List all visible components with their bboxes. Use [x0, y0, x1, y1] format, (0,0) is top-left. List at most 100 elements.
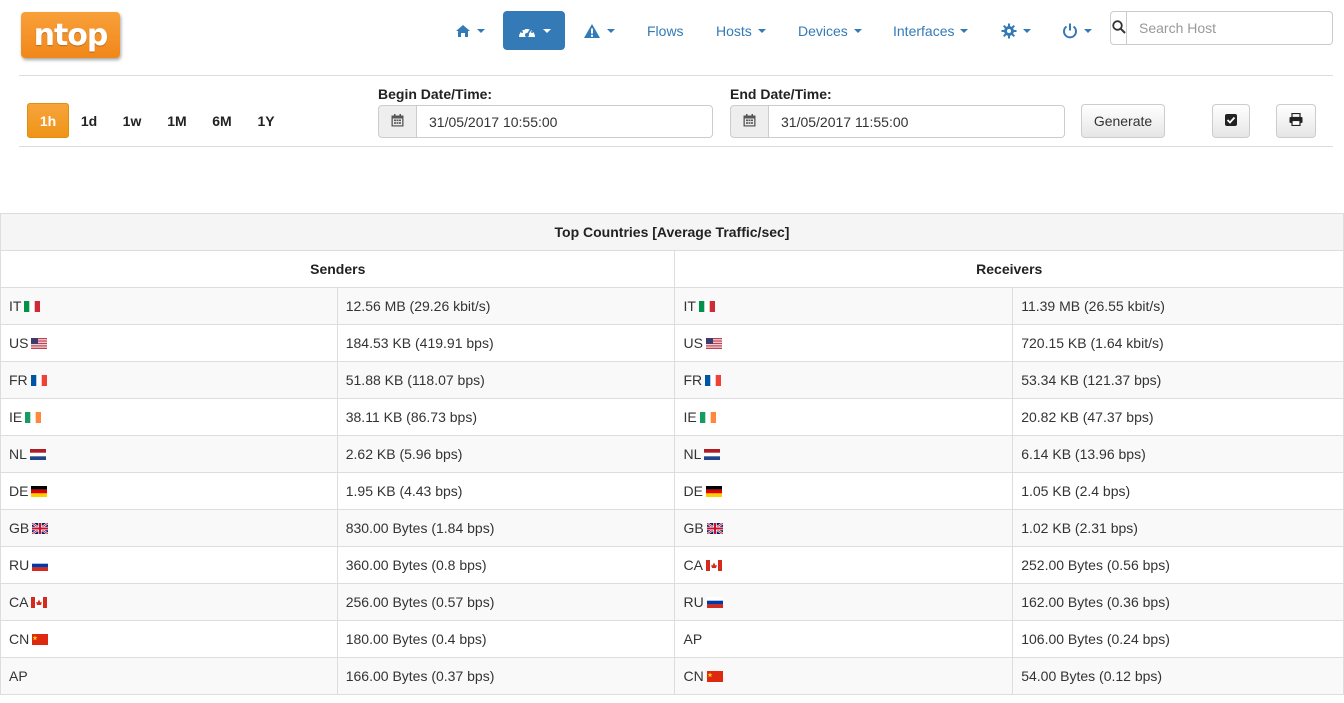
receiver-country-code: NL [683, 446, 702, 462]
flag-us-icon [705, 338, 722, 349]
range-button-1w[interactable]: 1w [114, 103, 150, 138]
chevron-down-icon [757, 28, 766, 33]
sender-traffic-cell: 12.56 MB (29.26 kbit/s) [336, 287, 676, 325]
range-button-1y[interactable]: 1Y [248, 103, 284, 138]
range-button-1m[interactable]: 1M [158, 103, 196, 138]
nav-devices-dropdown[interactable]: Devices [798, 11, 862, 50]
sender-country-cell[interactable]: NL [0, 435, 338, 473]
sender-country-cell[interactable]: DE [0, 472, 338, 510]
gear-icon [1001, 23, 1017, 39]
nav-alerts-dropdown[interactable] [583, 11, 615, 50]
begin-datetime-input[interactable]: 31/05/2017 10:55:00 [417, 105, 713, 138]
sender-country-code: NL [9, 446, 27, 462]
receiver-traffic-cell: 720.15 KB (1.64 kbit/s) [1012, 324, 1344, 362]
sender-traffic-cell: 184.53 KB (419.91 bps) [336, 324, 676, 362]
receiver-traffic-cell: 53.34 KB (121.37 bps) [1012, 361, 1344, 399]
sender-country-cell[interactable]: CN [0, 620, 338, 658]
sender-country-code: IT [9, 298, 22, 314]
receiver-country-cell[interactable]: FR [674, 361, 1014, 399]
sender-country-code: DE [9, 483, 29, 499]
ntop-logo[interactable]: ntop [21, 12, 120, 58]
receiver-country-code: FR [683, 372, 703, 388]
table-row: IT 12.56 MB (29.26 kbit/s) IT 11.39 MB (26.… [0, 287, 1344, 325]
end-datetime-input[interactable]: 31/05/2017 11:55:00 [769, 105, 1065, 138]
generate-button[interactable]: Generate [1081, 104, 1165, 138]
receiver-country-code: US [683, 335, 703, 351]
receiver-country-cell[interactable]: IT [674, 287, 1014, 325]
sender-country-cell[interactable]: IT [0, 287, 338, 325]
flag-cn-icon [32, 634, 49, 645]
sender-country-cell[interactable]: FR [0, 361, 338, 399]
chevron-down-icon [477, 28, 485, 33]
search-group [1110, 11, 1333, 45]
print-button[interactable] [1276, 104, 1316, 138]
receiver-country-cell[interactable]: CN [674, 657, 1014, 695]
sender-country-code: CN [9, 631, 30, 647]
begin-datetime-label: Begin Date/Time: [378, 86, 493, 102]
nav-hosts-dropdown[interactable]: Hosts [716, 11, 766, 50]
sender-country-cell[interactable]: US [0, 324, 338, 362]
nav-devices-label: Devices [798, 22, 848, 39]
table-row: AP 166.00 Bytes (0.37 bps) CN 54.00 Bytes (… [0, 657, 1344, 695]
table-row: RU 360.00 Bytes (0.8 bps) CA 252.00 Bytes (… [0, 546, 1344, 584]
sender-traffic-cell: 166.00 Bytes (0.37 bps) [336, 657, 676, 695]
receiver-traffic-cell: 54.00 Bytes (0.12 bps) [1012, 657, 1344, 695]
sender-country-code: CA [9, 594, 29, 610]
flag-ru-icon [706, 597, 723, 608]
checkbox-button[interactable] [1212, 104, 1250, 138]
chevron-down-icon [607, 28, 615, 33]
nav-interfaces-dropdown[interactable]: Interfaces [893, 11, 969, 50]
receiver-country-cell[interactable]: GB [674, 509, 1014, 547]
nav-settings-dropdown[interactable] [1001, 11, 1031, 50]
receiver-traffic-cell: 1.05 KB (2.4 bps) [1012, 472, 1344, 510]
sender-country-cell[interactable]: IE [0, 398, 338, 436]
search-icon [1111, 19, 1126, 37]
nav-interfaces-label: Interfaces [893, 22, 955, 39]
divider [19, 75, 1333, 76]
sender-country-code: FR [9, 372, 28, 388]
nav-dashboard-dropdown[interactable] [503, 11, 565, 50]
receiver-country-cell[interactable]: IE [674, 398, 1014, 436]
receiver-country-code: AP [683, 631, 703, 647]
search-button[interactable] [1110, 11, 1127, 45]
flag-fr-icon [705, 375, 722, 386]
sender-traffic-cell: 38.11 KB (86.73 bps) [336, 398, 676, 436]
table-row: DE 1.95 KB (4.43 bps) DE 1.05 KB (2.4 bps) [0, 472, 1344, 510]
receiver-country-cell[interactable]: US [674, 324, 1014, 362]
search-input[interactable] [1127, 11, 1333, 45]
sender-country-cell[interactable]: GB [0, 509, 338, 547]
nav-home-dropdown[interactable] [455, 11, 485, 50]
sender-country-cell[interactable]: CA [0, 583, 338, 621]
receiver-traffic-cell: 162.00 Bytes (0.36 bps) [1012, 583, 1344, 621]
sender-country-code: GB [9, 520, 30, 536]
calendar-icon [743, 113, 756, 130]
nav-power-dropdown[interactable] [1062, 11, 1092, 50]
flag-us-icon [31, 338, 48, 349]
sender-country-cell[interactable]: AP [0, 657, 338, 695]
receiver-country-code: IE [683, 409, 697, 425]
receiver-country-cell[interactable]: DE [674, 472, 1014, 510]
receiver-country-cell[interactable]: AP [674, 620, 1014, 658]
end-datetime-label: End Date/Time: [730, 86, 832, 102]
table-title: Top Countries [Average Traffic/sec] [0, 213, 1344, 251]
table-row: FR 51.88 KB (118.07 bps) FR 53.34 KB (121.3… [0, 361, 1344, 399]
sender-country-cell[interactable]: RU [0, 546, 338, 584]
receiver-country-cell[interactable]: CA [674, 546, 1014, 584]
print-icon [1289, 112, 1303, 129]
end-datetime-group: 31/05/2017 11:55:00 [730, 105, 1065, 138]
range-button-6m[interactable]: 6M [203, 103, 241, 138]
table-row: NL 2.62 KB (5.96 bps) NL 6.14 KB (13.96 bps… [0, 435, 1344, 473]
flag-fr-icon [30, 375, 47, 386]
range-button-1h[interactable]: 1h [27, 103, 69, 138]
flag-gb-icon [706, 523, 723, 534]
sender-country-code: US [9, 335, 29, 351]
receiver-traffic-cell: 252.00 Bytes (0.56 bps) [1012, 546, 1344, 584]
dashboard-icon [517, 24, 537, 38]
receiver-country-cell[interactable]: NL [674, 435, 1014, 473]
receiver-country-cell[interactable]: RU [674, 583, 1014, 621]
end-calendar-button[interactable] [730, 105, 769, 138]
nav-flows[interactable]: Flows [647, 11, 684, 50]
flag-it-icon [698, 301, 715, 312]
begin-calendar-button[interactable] [378, 105, 417, 138]
range-button-1d[interactable]: 1d [72, 103, 106, 138]
